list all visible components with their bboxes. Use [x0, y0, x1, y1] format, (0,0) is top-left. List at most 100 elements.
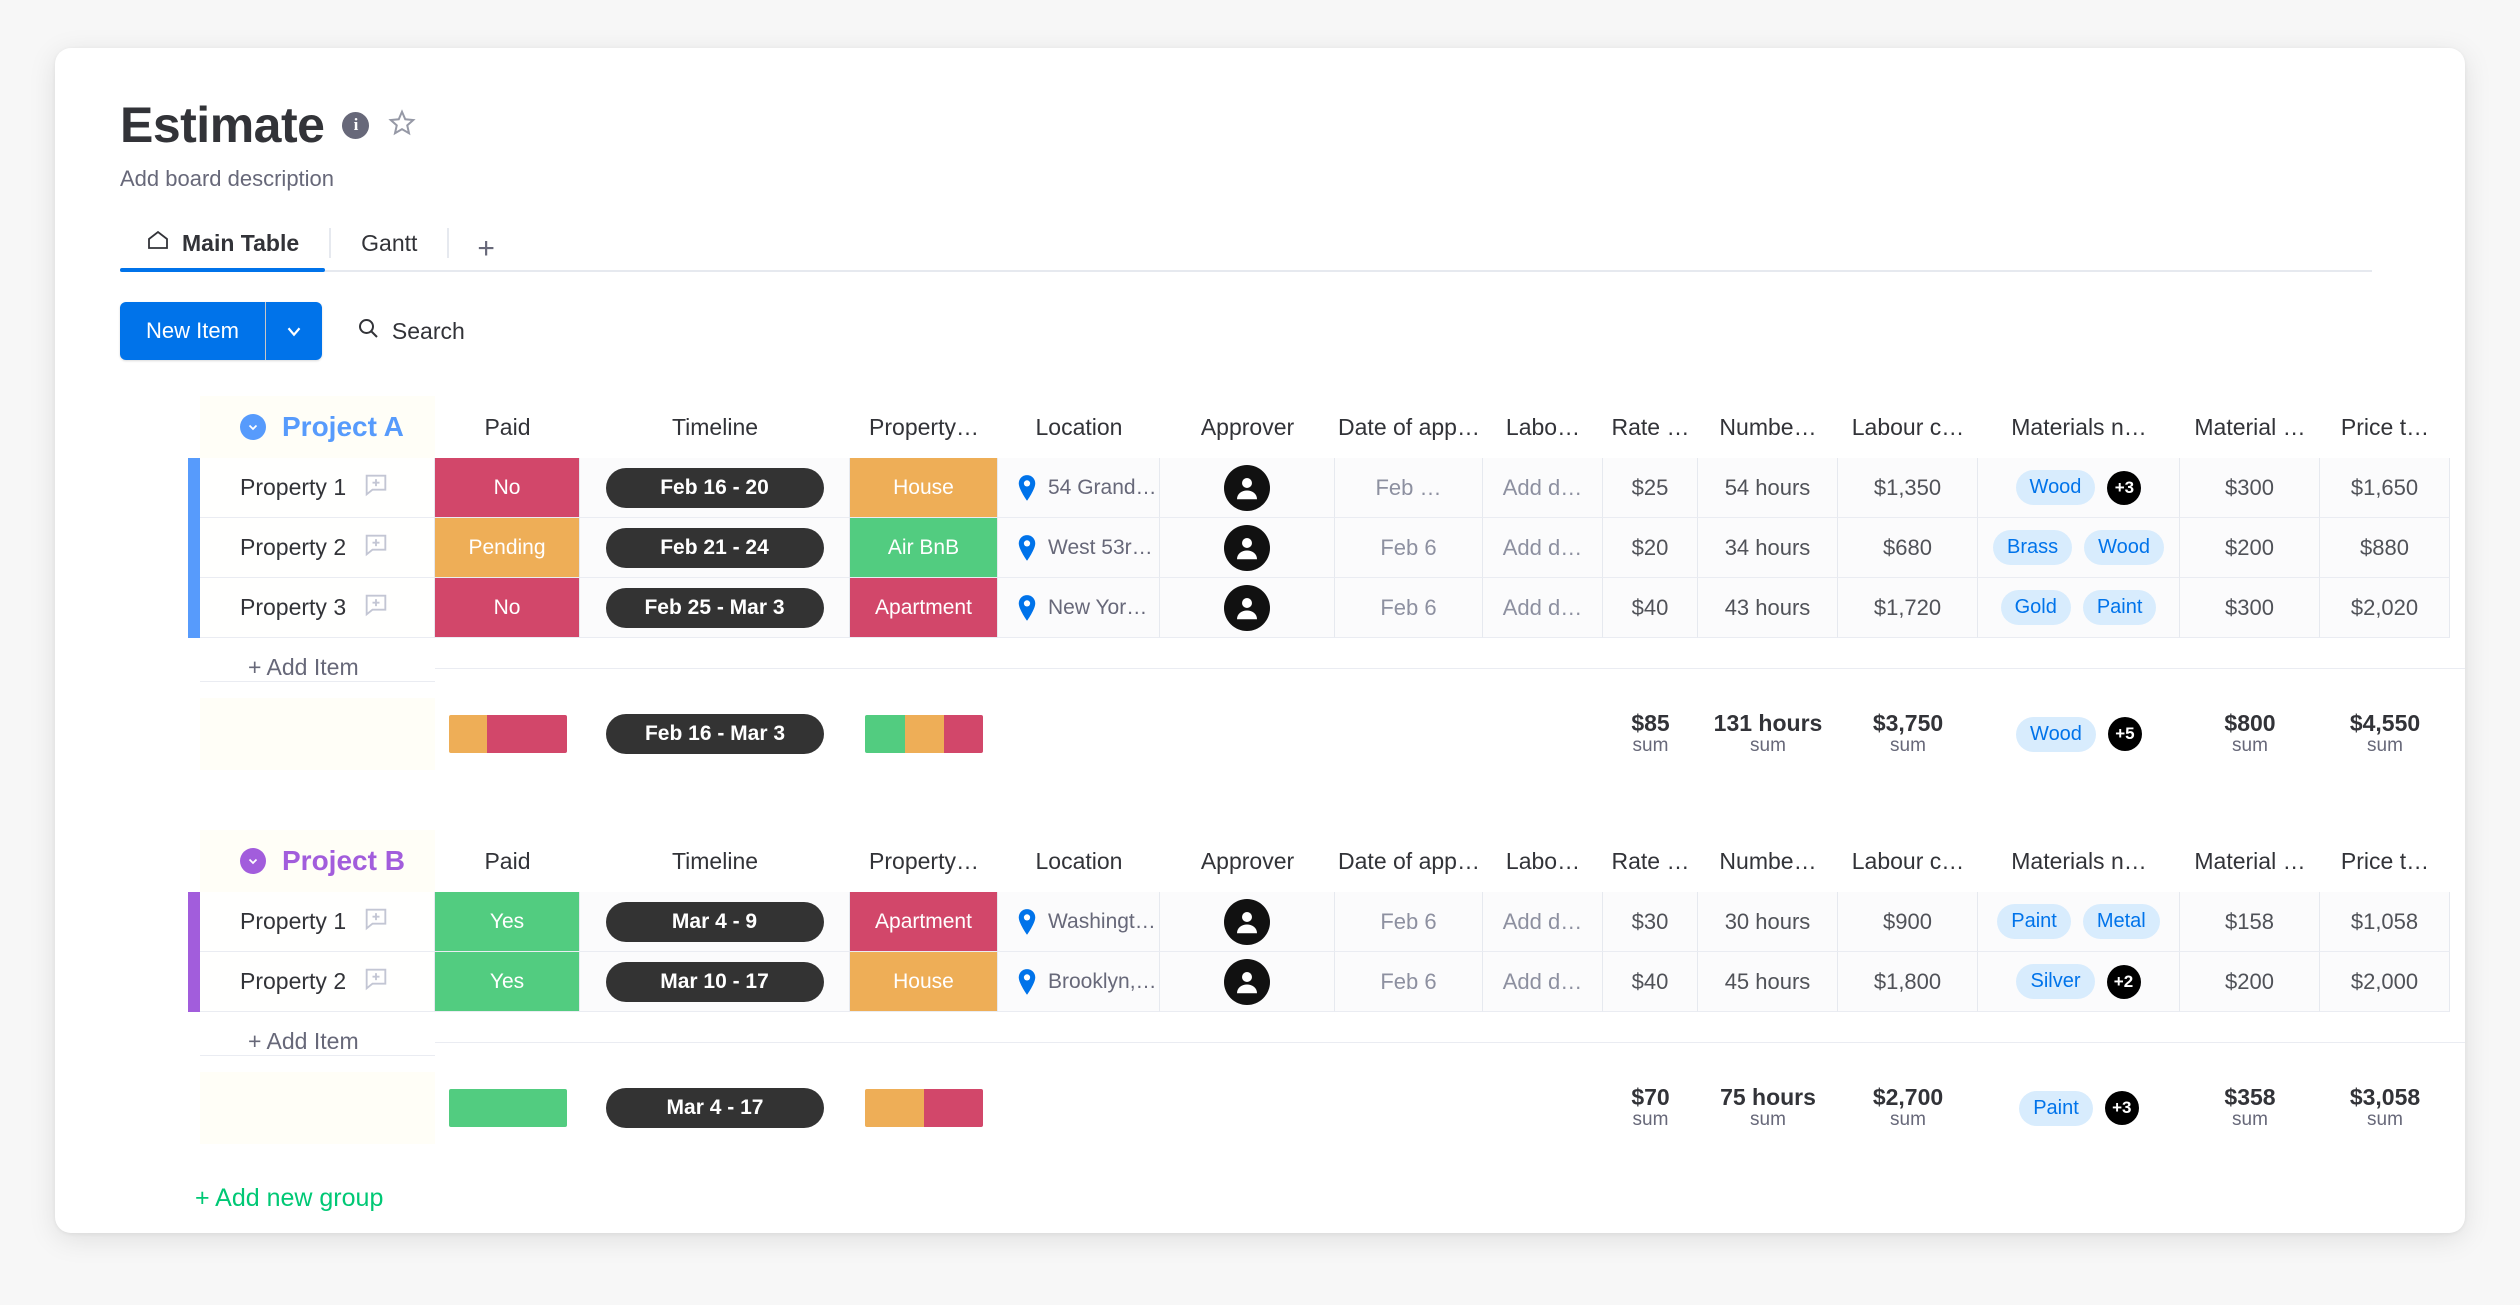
- material-cost-cell[interactable]: $158: [2180, 892, 2320, 952]
- rate-cell[interactable]: $40: [1603, 578, 1698, 638]
- chevron-down-icon[interactable]: [240, 848, 266, 874]
- materials-cell[interactable]: Paint Metal: [1978, 892, 2180, 952]
- labour-cost-cell[interactable]: $1,720: [1838, 578, 1978, 638]
- location-cell[interactable]: West 53r…: [998, 518, 1160, 578]
- column-header-timeline[interactable]: Timeline: [580, 830, 850, 892]
- add-view-button[interactable]: +: [453, 234, 519, 270]
- number-of-hours-cell[interactable]: 54 hours: [1698, 458, 1838, 518]
- column-header-number[interactable]: Numbe…: [1698, 396, 1838, 458]
- rate-cell[interactable]: $25: [1603, 458, 1698, 518]
- price-total-cell[interactable]: $880: [2320, 518, 2450, 578]
- paid-cell[interactable]: No: [435, 458, 580, 518]
- person-avatar[interactable]: [1224, 524, 1270, 571]
- material-tag[interactable]: Wood: [2015, 470, 2096, 505]
- add-update-icon[interactable]: [362, 965, 390, 999]
- timeline-cell[interactable]: Feb 21 - 24: [580, 518, 850, 578]
- item-name-cell[interactable]: Property 3: [200, 578, 435, 638]
- column-header-approver[interactable]: Approver: [1160, 830, 1335, 892]
- labour-cell[interactable]: Add d…: [1483, 458, 1603, 518]
- location-cell[interactable]: Brooklyn,…: [998, 952, 1160, 1012]
- new-item-button[interactable]: New Item: [120, 302, 265, 360]
- approver-cell[interactable]: [1160, 458, 1335, 518]
- more-materials-badge[interactable]: +2: [2106, 964, 2141, 999]
- material-cost-cell[interactable]: $200: [2180, 518, 2320, 578]
- rate-cell[interactable]: $30: [1603, 892, 1698, 952]
- approver-cell[interactable]: [1160, 952, 1335, 1012]
- more-materials-badge[interactable]: +3: [2107, 470, 2142, 505]
- person-avatar[interactable]: [1224, 898, 1270, 945]
- labour-cost-cell[interactable]: $680: [1838, 518, 1978, 578]
- date-of-approval-cell[interactable]: Feb 6: [1335, 578, 1483, 638]
- location-cell[interactable]: 54 Grand…: [998, 458, 1160, 518]
- materials-cell[interactable]: Wood +3: [1978, 458, 2180, 518]
- labour-cell[interactable]: Add d…: [1483, 518, 1603, 578]
- column-header-lcost[interactable]: Labour c…: [1838, 396, 1978, 458]
- chevron-down-icon[interactable]: [240, 414, 266, 440]
- number-of-hours-cell[interactable]: 45 hours: [1698, 952, 1838, 1012]
- labour-cell[interactable]: Add d…: [1483, 892, 1603, 952]
- materials-cell[interactable]: Silver +2: [1978, 952, 2180, 1012]
- materials-cell[interactable]: Gold Paint: [1978, 578, 2180, 638]
- column-header-price[interactable]: Price t…: [2320, 396, 2450, 458]
- material-tag[interactable]: Paint: [2082, 590, 2157, 625]
- labour-cost-cell[interactable]: $900: [1838, 892, 1978, 952]
- item-name-cell[interactable]: Property 2: [200, 952, 435, 1012]
- price-total-cell[interactable]: $1,650: [2320, 458, 2450, 518]
- date-of-approval-cell[interactable]: Feb 6: [1335, 892, 1483, 952]
- material-tag[interactable]: Wood: [2016, 716, 2096, 752]
- column-header-ptype[interactable]: Property…: [850, 830, 998, 892]
- labour-cost-cell[interactable]: $1,800: [1838, 952, 1978, 1012]
- location-cell[interactable]: New Yor…: [998, 578, 1160, 638]
- property-type-cell[interactable]: House: [850, 458, 998, 518]
- add-item-row[interactable]: + Add Item: [55, 638, 2465, 698]
- property-type-cell[interactable]: Apartment: [850, 578, 998, 638]
- timeline-cell[interactable]: Mar 10 - 17: [580, 952, 850, 1012]
- property-type-cell[interactable]: Apartment: [850, 892, 998, 952]
- column-header-price[interactable]: Price t…: [2320, 830, 2450, 892]
- column-header-date[interactable]: Date of app…: [1335, 396, 1483, 458]
- more-materials-badge[interactable]: +5: [2107, 717, 2142, 751]
- group-title[interactable]: Project A: [200, 396, 435, 458]
- labour-cell[interactable]: Add d…: [1483, 952, 1603, 1012]
- labour-cell[interactable]: Add d…: [1483, 578, 1603, 638]
- timeline-cell[interactable]: Feb 25 - Mar 3: [580, 578, 850, 638]
- column-header-location[interactable]: Location: [998, 396, 1160, 458]
- timeline-cell[interactable]: Mar 4 - 9: [580, 892, 850, 952]
- chevron-down-icon[interactable]: [265, 302, 322, 360]
- add-item-row[interactable]: + Add Item: [55, 1012, 2465, 1072]
- column-header-lcost[interactable]: Labour c…: [1838, 830, 1978, 892]
- location-cell[interactable]: Washingt…: [998, 892, 1160, 952]
- search-button[interactable]: Search: [356, 316, 465, 346]
- approver-cell[interactable]: [1160, 578, 1335, 638]
- person-avatar[interactable]: [1224, 584, 1270, 631]
- material-tag[interactable]: Gold: [2000, 590, 2071, 625]
- approver-cell[interactable]: [1160, 892, 1335, 952]
- property-type-cell[interactable]: Air BnB: [850, 518, 998, 578]
- column-header-paid[interactable]: Paid: [435, 396, 580, 458]
- material-tag[interactable]: Silver: [2016, 964, 2095, 999]
- property-type-cell[interactable]: House: [850, 952, 998, 1012]
- person-avatar[interactable]: [1224, 464, 1270, 511]
- column-header-labour[interactable]: Labo…: [1483, 396, 1603, 458]
- material-tag[interactable]: Wood: [2084, 530, 2164, 565]
- material-cost-cell[interactable]: $300: [2180, 458, 2320, 518]
- item-name-cell[interactable]: Property 2: [200, 518, 435, 578]
- column-header-rate[interactable]: Rate …: [1603, 396, 1698, 458]
- board-description[interactable]: Add board description: [120, 166, 2465, 192]
- date-of-approval-cell[interactable]: Feb 6: [1335, 518, 1483, 578]
- add-update-icon[interactable]: [362, 591, 390, 625]
- date-of-approval-cell[interactable]: Feb …: [1335, 458, 1483, 518]
- column-header-approver[interactable]: Approver: [1160, 396, 1335, 458]
- material-tag[interactable]: Brass: [1992, 530, 2073, 565]
- column-header-rate[interactable]: Rate …: [1603, 830, 1698, 892]
- column-header-materials[interactable]: Materials n…: [1978, 396, 2180, 458]
- timeline-cell[interactable]: Feb 16 - 20: [580, 458, 850, 518]
- add-update-icon[interactable]: [362, 471, 390, 505]
- labour-cost-cell[interactable]: $1,350: [1838, 458, 1978, 518]
- star-icon[interactable]: [387, 108, 417, 143]
- person-avatar[interactable]: [1224, 958, 1270, 1005]
- paid-cell[interactable]: Yes: [435, 892, 580, 952]
- material-cost-cell[interactable]: $200: [2180, 952, 2320, 1012]
- column-header-mcost[interactable]: Material …: [2180, 396, 2320, 458]
- column-header-date[interactable]: Date of app…: [1335, 830, 1483, 892]
